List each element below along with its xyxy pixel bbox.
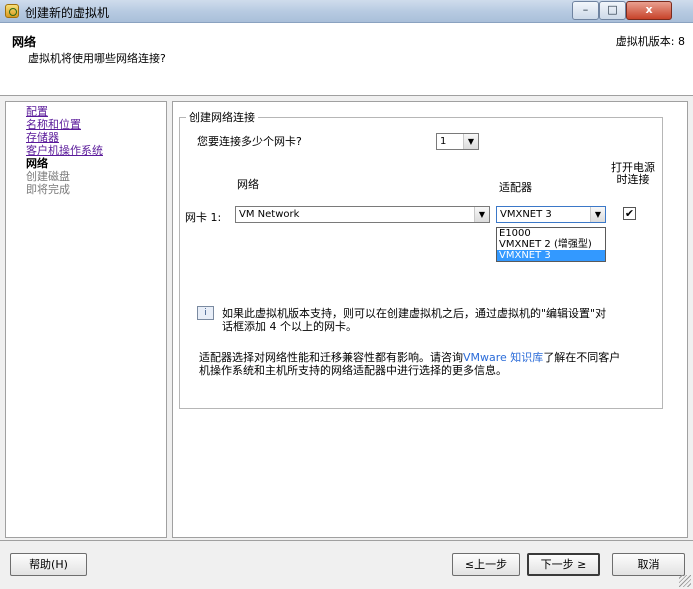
- vmware-kb-link[interactable]: VMware 知识库: [463, 351, 543, 364]
- adapter-option-e1000[interactable]: E1000: [497, 228, 605, 239]
- network-column-header: 网络: [237, 178, 259, 191]
- step-configuration[interactable]: 配置: [26, 105, 166, 118]
- help-button[interactable]: 帮助(H): [10, 553, 87, 576]
- nic-1-network-value: VM Network: [239, 209, 300, 220]
- nic-1-adapter-select[interactable]: VMXNET 3 ▼: [496, 206, 606, 223]
- info-note-line1: 如果此虚拟机版本支持，则可以在创建虚拟机之后，通过虚拟机的"编辑设置"对: [222, 307, 607, 320]
- adapter-note-suffix: 了解在不同客户: [543, 351, 621, 364]
- chevron-down-icon[interactable]: ▼: [474, 207, 489, 222]
- wizard-header: 网络 虚拟机将使用哪些网络连接? 虚拟机版本: 8: [0, 24, 693, 96]
- adapter-note: 适配器选择对网络性能和迁移兼容性都有影响。请咨询VMware 知识库了解在不同客…: [199, 351, 669, 377]
- window-title: 创建新的虚拟机: [25, 6, 110, 20]
- nic-count-question: 您要连接多少个网卡?: [197, 135, 302, 148]
- close-button[interactable]: x: [626, 1, 672, 20]
- wizard-steps-sidebar: 配置 名称和位置 存储器 客户机操作系统 网络 创建磁盘 即将完成: [5, 101, 167, 538]
- connect-at-power-on-header-line2: 时连接: [616, 173, 650, 186]
- group-label: 创建网络连接: [189, 111, 255, 124]
- wizard-body: 配置 名称和位置 存储器 客户机操作系统 网络 创建磁盘 即将完成 创建网络连接…: [0, 96, 693, 540]
- nic-1-adapter-value: VMXNET 3: [500, 209, 552, 220]
- adapter-dropdown-list: E1000 VMXNET 2 (增强型) VMXNET 3: [496, 227, 606, 262]
- back-button[interactable]: ≤上一步: [452, 553, 520, 576]
- connect-at-power-on-header: 打开电源 时连接: [606, 162, 660, 186]
- step-name-location[interactable]: 名称和位置: [26, 118, 166, 131]
- info-icon: i: [197, 306, 214, 320]
- minimize-button[interactable]: –: [572, 1, 599, 20]
- step-network: 网络: [26, 157, 48, 170]
- cancel-button[interactable]: 取消: [612, 553, 685, 576]
- nic-count-value: 1: [440, 136, 447, 147]
- step-create-disk: 创建磁盘: [26, 170, 70, 183]
- step-ready-to-complete: 即将完成: [26, 183, 70, 196]
- wizard-footer: 帮助(H) ≤上一步 下一步 ≥ 取消: [0, 540, 693, 589]
- adapter-option-vmxnet3[interactable]: VMXNET 3: [497, 250, 605, 261]
- resize-grip-icon[interactable]: [679, 575, 691, 587]
- nic-1-network-select[interactable]: VM Network ▼: [235, 206, 490, 223]
- step-storage[interactable]: 存储器: [26, 131, 166, 144]
- nic-count-select[interactable]: 1 ▼: [436, 133, 479, 150]
- step-guest-os[interactable]: 客户机操作系统: [26, 144, 166, 157]
- page-title: 网络: [12, 35, 37, 49]
- chevron-down-icon[interactable]: ▼: [590, 207, 605, 222]
- title-bar[interactable]: 创建新的虚拟机 – □ x: [0, 0, 693, 23]
- adapter-note-prefix: 适配器选择对网络性能和迁移兼容性都有影响。请咨询: [199, 351, 463, 364]
- adapter-option-vmxnet2[interactable]: VMXNET 2 (增强型): [497, 239, 605, 250]
- chevron-down-icon[interactable]: ▼: [463, 134, 478, 149]
- adapter-note-line2: 机操作系统和主机所支持的网络适配器中进行选择的更多信息。: [199, 364, 507, 377]
- info-note-line2: 话框添加 4 个以上的网卡。: [222, 320, 357, 333]
- page-subtitle: 虚拟机将使用哪些网络连接?: [28, 52, 166, 65]
- maximize-button[interactable]: □: [599, 1, 626, 20]
- vm-wizard-icon: [5, 4, 19, 18]
- next-button[interactable]: 下一步 ≥: [527, 553, 600, 576]
- vm-version-label: 虚拟机版本: 8: [615, 35, 685, 48]
- info-note: 如果此虚拟机版本支持，则可以在创建虚拟机之后，通过虚拟机的"编辑设置"对 话框添…: [222, 307, 672, 333]
- connect-at-power-on-checkbox[interactable]: ✔: [623, 207, 636, 220]
- nic-1-label: 网卡 1:: [185, 211, 222, 224]
- network-page-content: 创建网络连接 您要连接多少个网卡? 1 ▼ 网络 适配器 打开电源 时连接 网卡…: [172, 101, 688, 538]
- adapter-column-header: 适配器: [499, 181, 532, 194]
